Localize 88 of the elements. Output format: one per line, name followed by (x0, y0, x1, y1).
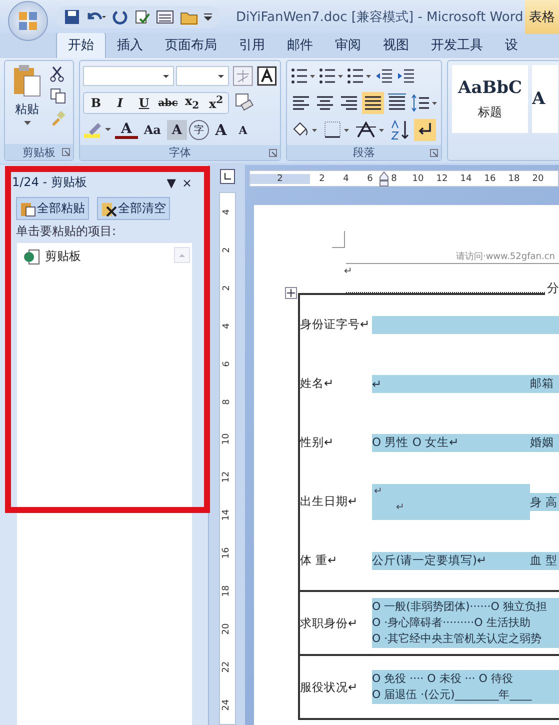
borders-icon[interactable] (322, 119, 352, 141)
vertical-ruler: 4 2 2 4 6 8 10 12 14 16 18 20 22 24 (218, 192, 236, 725)
horizontal-ruler: 2 2 4 6 8 10 12 14 16 18 20 (249, 170, 559, 187)
caret-icon (163, 74, 170, 78)
indent-marker-icon[interactable] (379, 171, 389, 187)
align-icon[interactable] (362, 92, 384, 114)
highlight-icon[interactable] (83, 120, 113, 140)
table-cell: 身 高 (530, 492, 559, 510)
redo-icon[interactable] (112, 8, 128, 24)
option-group[interactable]: O 一般(非弱势团体)······O 独立负担 O ·身心障碍者·········O 生活扶助 O ·其它经中央主管机关认定之弱势 (372, 598, 559, 648)
style-preview[interactable]: AaBbC 标题 (452, 65, 528, 133)
format-button[interactable]: B (84, 93, 108, 113)
ribbon-tab[interactable]: 邮件 (276, 33, 324, 58)
paste-icon (20, 200, 36, 216)
launcher-icon[interactable] (430, 148, 438, 156)
ribbon-tab[interactable]: 视图 (372, 33, 420, 58)
format-button[interactable]: x$_{2}$ (180, 93, 204, 113)
format-button[interactable]: I (108, 93, 132, 113)
list-icon[interactable] (318, 66, 344, 86)
font-name-field[interactable] (83, 66, 174, 86)
character-border-icon[interactable] (257, 66, 277, 86)
shrink-font-button[interactable]: A (232, 120, 253, 140)
cut-icon[interactable] (50, 66, 64, 82)
group-label: 段落 (353, 145, 375, 160)
form-field[interactable]: ↵ ↵ (372, 484, 530, 520)
header-text: 请访问·www.52gfan.cn (456, 252, 555, 262)
ribbon-tab[interactable]: 开始 (56, 32, 106, 58)
hint-text: 单击要粘贴的项目: (15, 223, 118, 240)
change-case-button[interactable]: Aa (140, 123, 165, 137)
line-spacing-icon[interactable] (410, 92, 438, 114)
form-field[interactable]: 公斤(请一定要填写)↵ 血 型 (372, 552, 559, 570)
page-break-label: 分 (545, 281, 559, 295)
ribbon-tab[interactable]: 页面布局 (154, 33, 228, 58)
table-cell-text: 出生日期↵ (300, 494, 359, 509)
launcher-icon[interactable] (62, 148, 70, 156)
format-button[interactable]: abc (156, 93, 180, 113)
save-icon[interactable] (64, 8, 80, 24)
form-field[interactable]: O 男性 O 女生↵ 婚姻 (372, 434, 559, 452)
close-button[interactable]: × (182, 176, 192, 190)
show-marks-icon[interactable] (414, 119, 436, 141)
font-color-button[interactable]: A (115, 122, 138, 138)
list-icon[interactable] (290, 66, 316, 86)
paste-button[interactable]: 粘贴 (8, 64, 46, 141)
pane-title: 1/24 - 剪贴板 (12, 174, 88, 191)
copy-icon[interactable] (50, 88, 66, 104)
group-label: 字体 (169, 145, 191, 160)
character-shading-button[interactable]: A (166, 120, 187, 140)
grow-font-button[interactable]: A (210, 120, 231, 140)
table-cell-text: 体 重↵ (300, 553, 338, 568)
clear-all-button[interactable]: 全部清空 (97, 197, 170, 220)
form-field[interactable]: ↵ 邮箱 (372, 374, 559, 392)
table-cell-text: 服役状况↵ (300, 680, 359, 694)
customize-caret-icon[interactable] (204, 12, 212, 20)
font-size-field[interactable] (176, 66, 230, 86)
paste-all-button[interactable]: 全部粘贴 (16, 197, 89, 220)
paragraph-mark: ↵ (344, 266, 354, 279)
clipboard-item[interactable]: 剪贴板 (17, 243, 192, 270)
office-button[interactable] (8, 0, 48, 40)
format-button[interactable]: U (132, 93, 156, 113)
format-button[interactable]: x$^{2}$ (204, 93, 228, 113)
print-preview-icon[interactable] (156, 8, 174, 24)
caret-icon (218, 74, 224, 78)
caret-icon (24, 121, 30, 125)
ribbon-tab[interactable]: 设 (494, 33, 529, 58)
context-tab[interactable]: 表格 (525, 0, 559, 34)
document-icon (23, 248, 41, 264)
enclose-character-button[interactable]: 字 (188, 120, 209, 140)
clipboard-icon (12, 64, 42, 98)
group-label: 剪贴板 (22, 144, 56, 160)
list-icon[interactable] (346, 66, 372, 86)
launcher-icon[interactable] (269, 148, 277, 156)
ribbon-tab[interactable]: 引用 (228, 33, 276, 58)
table-cell-text: 姓名↵ (300, 376, 335, 391)
form-field[interactable] (372, 316, 559, 334)
table-cell-text: 性别↵ (300, 435, 335, 450)
table-cell-text: 求职身份↵ (300, 616, 359, 630)
ribbon-tab[interactable]: 插入 (106, 33, 154, 58)
window-title: DiYiFanWen7.doc [兼容模式] - Microsoft Word (236, 8, 524, 26)
clear-icon (101, 200, 117, 216)
table-cell-text: 身份证字号↵ (300, 317, 371, 332)
move-handle-icon[interactable] (285, 287, 297, 299)
spelling-icon[interactable] (134, 8, 150, 24)
ribbon-tab[interactable]: 开发工具 (420, 33, 494, 58)
style-preview[interactable]: A (532, 65, 558, 133)
ribbon-tab[interactable]: 审阅 (324, 33, 372, 58)
ruler-toggle-icon[interactable] (220, 169, 234, 184)
option-group[interactable]: O 免役 ···· O 未役 ··· O 待役 O 届退伍 ·(公元)________年____ (372, 670, 559, 704)
pane-menu-button[interactable]: ▼ (166, 176, 176, 190)
